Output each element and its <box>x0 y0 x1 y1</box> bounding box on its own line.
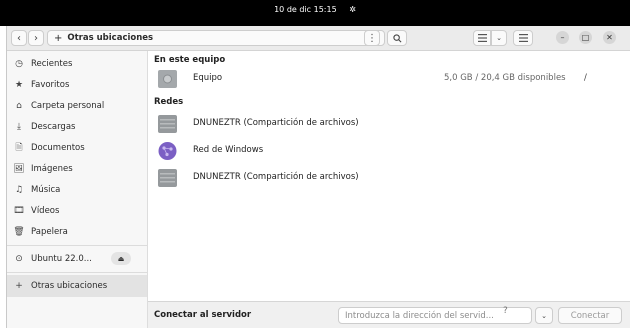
close-icon: ✕ <box>606 33 613 42</box>
file-manager-window: ‹ › + Otras ubicaciones ⋮ ⌄ – □ ✕ ◷ Reci… <box>6 26 630 328</box>
search-icon <box>392 33 401 42</box>
sidebar-divider <box>7 245 147 246</box>
sidebar-item-videos[interactable]: 🎞 Vídeos <box>7 201 147 221</box>
sidebar-item-label: Carpeta personal <box>31 101 105 111</box>
sidebar-item-label: Otras ubicaciones <box>31 281 108 291</box>
path-bar[interactable]: + Otras ubicaciones <box>47 30 385 46</box>
location-name: Red de Windows <box>193 145 264 155</box>
sidebar-item-label: Música <box>31 185 61 195</box>
plus-icon: + <box>54 32 63 44</box>
sidebar-item-favoritos[interactable]: ★ Favoritos <box>7 75 147 95</box>
section-header-device: En este equipo <box>154 55 226 65</box>
music-icon: ♫ <box>14 185 24 195</box>
list-item-network-share[interactable]: DNUNEZTR (Compartición de archivos) <box>148 112 630 136</box>
sidebar-item-label: Ubuntu 22.0... <box>31 254 92 264</box>
maximize-icon: □ <box>581 33 590 42</box>
sidebar-item-musica[interactable]: ♫ Música <box>7 180 147 200</box>
sidebar-item-label: Recientes <box>31 59 73 69</box>
disk-icon: ⊙ <box>15 254 23 264</box>
sidebar-item-label: Documentos <box>31 143 85 153</box>
chevron-down-icon: ⌄ <box>541 311 547 320</box>
view-options-dropdown[interactable]: ⌄ <box>491 30 507 46</box>
sidebar-item-documentos[interactable]: 🗎 Documentos <box>7 138 147 158</box>
view-list-button[interactable] <box>473 30 491 46</box>
network-share-icon <box>158 169 177 187</box>
chevron-right-icon: › <box>34 32 38 44</box>
list-item-equipo[interactable]: Equipo 5,0 GB / 20,4 GB disponibles / <box>148 67 630 91</box>
header-bar: ‹ › + Otras ubicaciones ⋮ ⌄ – □ ✕ <box>7 26 630 51</box>
location-name: DNUNEZTR (Compartición de archivos) <box>193 118 359 128</box>
more-vertical-icon: ⋮ <box>367 32 377 44</box>
sidebar-item-papelera[interactable]: 🗑 Papelera <box>7 222 147 242</box>
search-button[interactable] <box>387 30 407 46</box>
section-header-networks: Redes <box>154 97 184 107</box>
sidebar-divider <box>7 272 147 273</box>
list-view-icon <box>477 34 487 42</box>
connect-to-server-bar: Conectar al servidor Introduzca la direc… <box>148 301 630 328</box>
path-current-location[interactable]: Otras ubicaciones <box>67 33 153 43</box>
clock-text: 10 de dic 15:15 <box>274 5 337 14</box>
close-button[interactable]: ✕ <box>603 31 616 44</box>
sidebar-item-carpeta-personal[interactable]: ⌂ Carpeta personal <box>7 96 147 116</box>
sidebar: ◷ Recientes ★ Favoritos ⌂ Carpeta person… <box>7 51 148 328</box>
back-button[interactable]: ‹ <box>11 30 27 46</box>
download-icon: ⤓ <box>17 122 21 132</box>
sidebar-item-label: Imágenes <box>31 164 73 174</box>
sidebar-item-label: Papelera <box>31 227 68 237</box>
trash-icon: 🗑 <box>13 227 25 237</box>
disk-space-info: 5,0 GB / 20,4 GB disponibles <box>444 73 566 83</box>
sidebar-item-label: Vídeos <box>31 206 60 216</box>
sidebar-item-otras-ubicaciones[interactable]: + Otras ubicaciones <box>7 275 147 297</box>
list-item-windows-network[interactable]: Red de Windows <box>148 139 630 163</box>
sidebar-item-label: Descargas <box>31 122 76 132</box>
network-share-icon <box>158 115 177 133</box>
star-icon: ★ <box>14 80 24 90</box>
video-icon: 🎞 <box>13 206 25 216</box>
plus-icon: + <box>15 281 23 291</box>
minimize-icon: – <box>560 33 565 42</box>
eject-button[interactable]: ⏏ <box>111 252 131 265</box>
sidebar-item-label: Favoritos <box>31 80 70 90</box>
list-item-network-share[interactable]: DNUNEZTR (Compartición de archivos) <box>148 166 630 190</box>
clock-icon: ◷ <box>15 59 23 69</box>
path-menu-button[interactable]: ⋮ <box>364 30 380 46</box>
image-icon: 🖼 <box>13 164 25 174</box>
top-panel: 10 de dic 15:15 ✲ <box>0 0 630 26</box>
help-icon[interactable]: ? <box>503 306 508 316</box>
home-icon: ⌂ <box>16 101 22 111</box>
forward-button[interactable]: › <box>28 30 44 46</box>
location-name: DNUNEZTR (Compartición de archivos) <box>193 172 359 182</box>
sidebar-item-descargas[interactable]: ⤓ Descargas <box>7 117 147 137</box>
sidebar-item-recientes[interactable]: ◷ Recientes <box>7 54 147 74</box>
chevron-down-icon: ⌄ <box>496 34 502 42</box>
document-icon: 🗎 <box>15 143 23 153</box>
windows-network-icon <box>158 142 177 160</box>
sidebar-item-imagenes[interactable]: 🖼 Imágenes <box>7 159 147 179</box>
locations-list: En este equipo Equipo 5,0 GB / 20,4 GB d… <box>148 51 630 301</box>
main-menu-button[interactable] <box>513 30 533 46</box>
connect-to-server-label: Conectar al servidor <box>154 310 252 320</box>
hamburger-menu-icon <box>518 34 528 42</box>
mount-path: / <box>584 73 587 83</box>
sidebar-item-ubuntu-drive[interactable]: ⊙ Ubuntu 22.0... ⏏ <box>7 249 147 269</box>
notification-icon: ✲ <box>349 5 356 14</box>
chevron-left-icon: ‹ <box>17 32 21 44</box>
location-name: Equipo <box>193 73 223 83</box>
maximize-button[interactable]: □ <box>579 31 592 44</box>
clock[interactable]: 10 de dic 15:15 ✲ <box>0 5 630 14</box>
minimize-button[interactable]: – <box>556 31 569 44</box>
computer-drive-icon <box>158 70 177 88</box>
recent-servers-dropdown[interactable]: ⌄ <box>535 307 553 324</box>
server-address-placeholder: Introduzca la dirección del servid... <box>345 311 494 321</box>
connect-button[interactable]: Conectar <box>558 307 622 324</box>
eject-icon: ⏏ <box>117 254 125 263</box>
